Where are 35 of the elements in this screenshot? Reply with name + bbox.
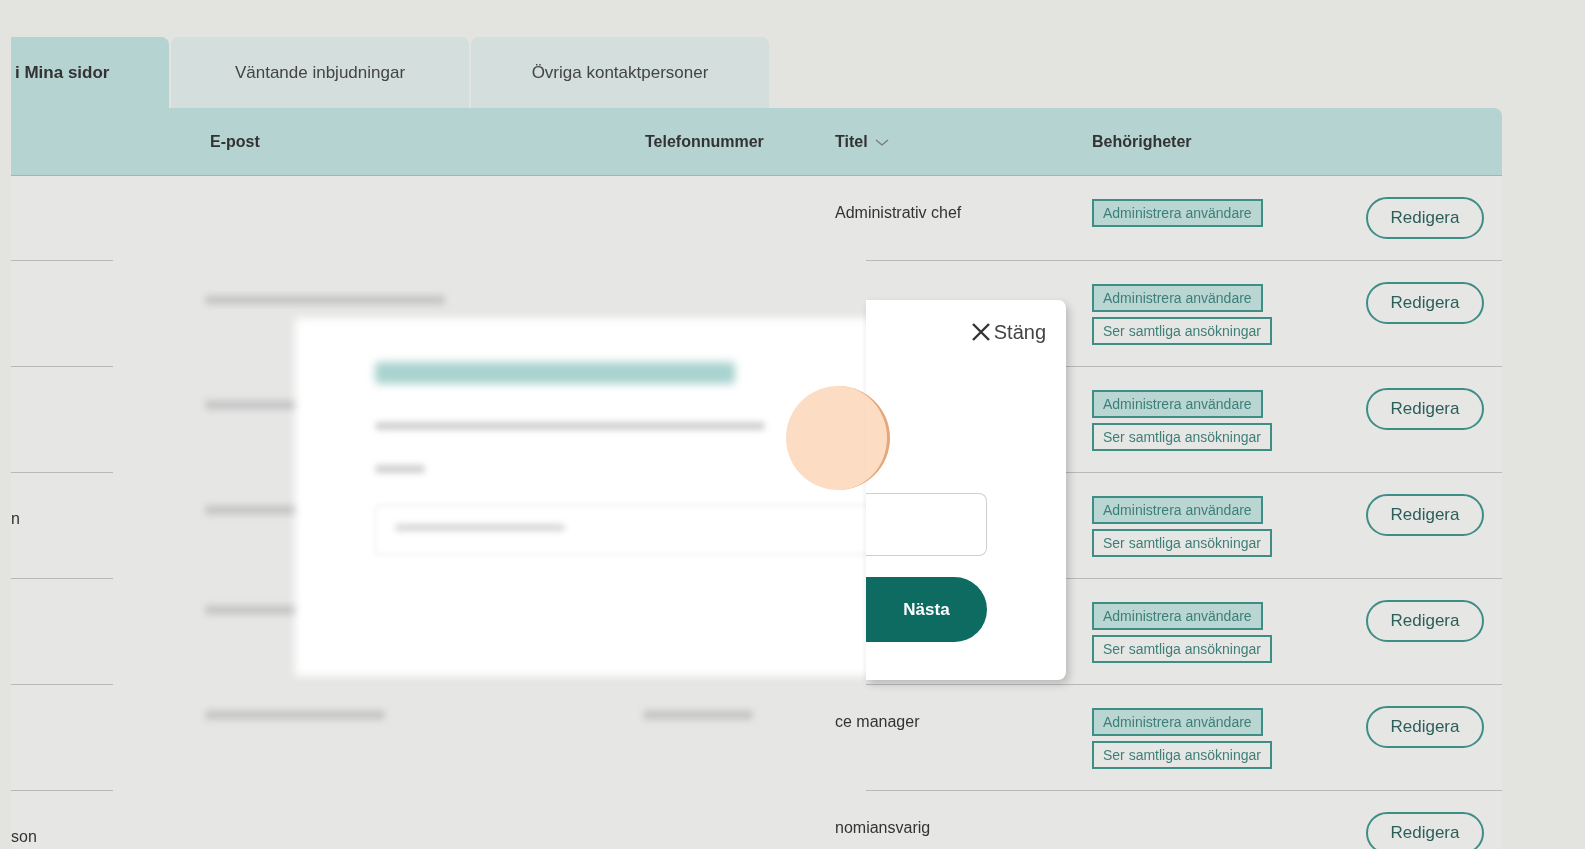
- permission-tag: Ser samtliga ansökningar: [1092, 635, 1272, 663]
- edit-button[interactable]: Redigera: [1366, 494, 1484, 536]
- edit-button[interactable]: Redigera: [1366, 197, 1484, 239]
- close-icon: [970, 322, 991, 342]
- permission-tag: Administrera användare: [1092, 284, 1263, 312]
- permission-tag: Administrera användare: [1092, 708, 1263, 736]
- table-cell: ce manager: [835, 713, 920, 730]
- edit-button[interactable]: Redigera: [1366, 282, 1484, 324]
- column-header: Telefonnummer: [645, 131, 764, 152]
- tab[interactable]: Övriga kontaktpersoner: [471, 37, 769, 108]
- permission-tag: Administrera användare: [1092, 602, 1263, 630]
- column-header: Behörigheter: [1092, 131, 1192, 152]
- permission-tag: Ser samtliga ansökningar: [1092, 741, 1272, 769]
- column-header[interactable]: Titel: [835, 129, 868, 154]
- edit-button[interactable]: Redigera: [1366, 706, 1484, 748]
- next-button[interactable]: Nästa: [866, 577, 987, 642]
- permission-tag: Ser samtliga ansökningar: [1092, 529, 1272, 557]
- table-cell: Administrativ chef: [835, 204, 962, 221]
- table-cell: n: [11, 510, 20, 527]
- permission-tag: Administrera användare: [1092, 199, 1263, 227]
- permission-tag: Ser samtliga ansökningar: [1092, 423, 1272, 451]
- table-cell: son: [11, 828, 37, 845]
- edit-button[interactable]: Redigera: [1366, 600, 1484, 642]
- edit-button[interactable]: Redigera: [1366, 388, 1484, 430]
- tab[interactable]: Väntande inbjudningar: [171, 37, 469, 108]
- permission-tag: Administrera användare: [1092, 496, 1263, 524]
- table-cell: nomiansvarig: [835, 819, 931, 836]
- input-field[interactable]: [866, 493, 987, 556]
- edit-button[interactable]: Redigera: [1366, 812, 1484, 849]
- close-button[interactable]: Stäng: [970, 317, 1046, 347]
- permission-tag: Ser samtliga ansökningar: [1092, 317, 1272, 345]
- tab[interactable]: i Mina sidor: [11, 37, 169, 108]
- permission-tag: Administrera användare: [1092, 390, 1263, 418]
- column-header: E-post: [210, 131, 260, 152]
- chevron-down-icon[interactable]: [874, 138, 889, 147]
